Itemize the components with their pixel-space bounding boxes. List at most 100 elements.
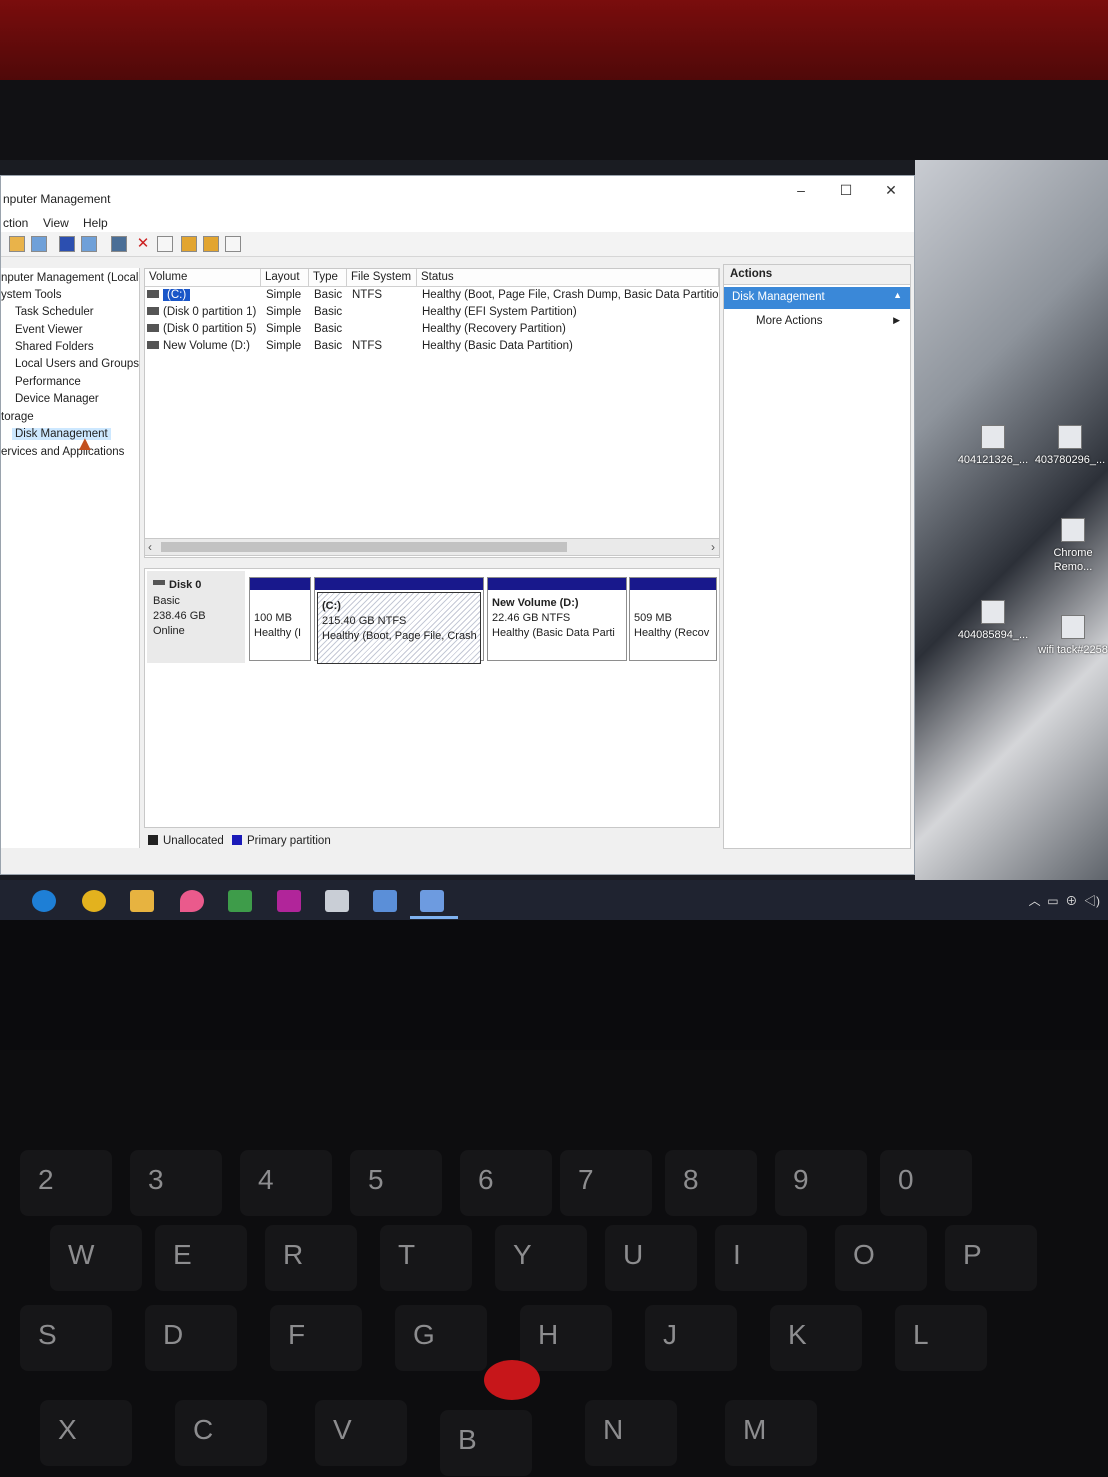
key-label: N (603, 1414, 624, 1445)
help-icon[interactable] (59, 236, 75, 252)
unallocated-swatch (148, 835, 158, 845)
key-label: F (288, 1319, 306, 1350)
file-explorer-icon[interactable] (130, 890, 154, 912)
column-volume[interactable]: Volume (145, 269, 261, 287)
legend-primary-label: Primary partition (247, 835, 331, 847)
console-icon[interactable] (81, 236, 97, 252)
key-label: 3 (148, 1164, 164, 1195)
key: G (395, 1305, 487, 1371)
volume-status: Healthy (Boot, Page File, Crash Dump, Ba… (422, 289, 719, 301)
key: X (40, 1400, 132, 1466)
system-tray[interactable]: ︿ ▭ ⊕ ◁) (1029, 892, 1100, 909)
globe-icon[interactable]: ⊕ (1065, 894, 1077, 908)
key: C (175, 1400, 267, 1466)
actions-selected-label: Disk Management (732, 291, 825, 303)
key: 6 (460, 1150, 552, 1216)
column-file-system[interactable]: File System (347, 269, 417, 287)
actions-disk-management[interactable]: Disk Management ▲ (724, 287, 910, 309)
close-button[interactable]: ✕ (876, 182, 906, 199)
volume-icon[interactable]: ◁) (1084, 894, 1100, 908)
tree-shared-folders[interactable]: Shared Folders (15, 341, 94, 353)
spreadsheet-icon[interactable] (228, 890, 252, 912)
computer-management-icon[interactable] (420, 890, 444, 912)
folder-icon[interactable] (181, 236, 197, 252)
properties-icon[interactable] (225, 236, 241, 252)
key-label: 2 (38, 1164, 54, 1195)
partition-bar (250, 578, 310, 590)
maximize-button[interactable]: ☐ (831, 182, 861, 199)
app-flame-icon[interactable] (180, 890, 204, 912)
delete-icon[interactable]: ✕ (135, 236, 151, 252)
desktop-icon-file-1[interactable]: 404121326_... (953, 425, 1033, 467)
up-folder-icon[interactable] (9, 236, 25, 252)
tree-device-manager[interactable]: Device Manager (15, 393, 99, 405)
tree-local-users[interactable]: Local Users and Groups (15, 358, 139, 370)
calculator-icon[interactable] (373, 890, 397, 912)
tree-services-applications[interactable]: ervices and Applications (1, 446, 124, 458)
desktop-icon-file-3[interactable]: 404085894_... (953, 600, 1033, 642)
tree-disk-management[interactable]: Disk Management (12, 428, 111, 440)
partition-d[interactable]: New Volume (D:) 22.46 GB NTFS Healthy (Bas… (487, 577, 627, 661)
column-type[interactable]: Type (309, 269, 347, 287)
column-status[interactable]: Status (417, 269, 719, 287)
collapse-icon[interactable]: ▲ (893, 290, 902, 300)
key-label: P (963, 1239, 982, 1270)
partition-size: 100 MB (254, 612, 292, 624)
key-label: 7 (578, 1164, 594, 1195)
tree-storage[interactable]: torage (1, 411, 34, 423)
scroll-right-icon[interactable]: › (711, 540, 715, 554)
chrome-icon[interactable] (82, 890, 106, 912)
app-purple-icon[interactable] (277, 890, 301, 912)
edge-icon[interactable] (32, 890, 56, 912)
key: 5 (350, 1150, 442, 1216)
partition-recovery[interactable]: 509 MB Healthy (Recov (629, 577, 717, 661)
desktop-icon-file-2[interactable]: 403780296_... (1030, 425, 1108, 467)
volume-layout: Simple (266, 340, 302, 352)
minimize-button[interactable]: – (786, 182, 816, 198)
search-folder-icon[interactable] (203, 236, 219, 252)
tree-performance[interactable]: Performance (15, 376, 81, 388)
menu-view[interactable]: View (43, 216, 69, 230)
key-label: 5 (368, 1164, 384, 1195)
volume-type: Basic (314, 340, 343, 352)
volume-fs: NTFS (352, 340, 383, 352)
horizontal-scrollbar[interactable]: ‹ › (144, 538, 720, 556)
key-label: X (58, 1414, 77, 1445)
partition-efi[interactable]: 100 MB Healthy (I (249, 577, 311, 661)
volume-type: Basic (314, 289, 343, 301)
column-layout[interactable]: Layout (261, 269, 309, 287)
chevron-up-icon[interactable]: ︿ (1029, 894, 1041, 908)
desktop-wallpaper: 404121326_... 403780296_... Chrome Remo.… (915, 160, 1108, 880)
actions-pane: Actions Disk Management ▲ More Actions ▶ (723, 264, 911, 849)
key: 3 (130, 1150, 222, 1216)
chrome-remote-icon (1061, 518, 1085, 542)
menu-action[interactable]: ction (3, 216, 28, 230)
volume-icon (147, 324, 159, 332)
navigation-tree: nputer Management (Local ystem Tools Tas… (1, 268, 140, 848)
key: P (945, 1225, 1037, 1291)
connect-icon[interactable] (111, 236, 127, 252)
battery-icon[interactable]: ▭ (1047, 894, 1058, 908)
disk-size: 238.46 GB (153, 610, 206, 622)
check-icon[interactable] (157, 236, 173, 252)
scroll-left-icon[interactable]: ‹ (148, 540, 152, 554)
app-window-icon[interactable] (325, 890, 349, 912)
desktop-icon-wifi-file[interactable]: wifi tack#2258 (1033, 615, 1108, 657)
key: B (440, 1410, 532, 1476)
key: O (835, 1225, 927, 1291)
key: 8 (665, 1150, 757, 1216)
key-label: Y (513, 1239, 532, 1270)
tree-task-scheduler[interactable]: Task Scheduler (15, 306, 94, 318)
show-hide-tree-icon[interactable] (31, 236, 47, 252)
partition-c[interactable]: (C:) 215.40 GB NTFS Healthy (Boot, Page Fi… (314, 577, 484, 664)
desktop-icon-chrome-remote[interactable]: Chrome Remo... (1033, 518, 1108, 574)
tree-event-viewer[interactable]: Event Viewer (15, 324, 83, 336)
tree-root[interactable]: nputer Management (Local (1, 272, 138, 284)
scroll-thumb[interactable] (161, 542, 567, 552)
legend-unallocated-label: Unallocated (163, 835, 224, 847)
tree-system-tools[interactable]: ystem Tools (1, 289, 62, 301)
menu-help[interactable]: Help (83, 216, 108, 230)
more-actions-item[interactable]: More Actions ▶ (724, 309, 910, 327)
disk-info[interactable]: Disk 0 Basic 238.46 GB Online (147, 571, 245, 663)
key: I (715, 1225, 807, 1291)
